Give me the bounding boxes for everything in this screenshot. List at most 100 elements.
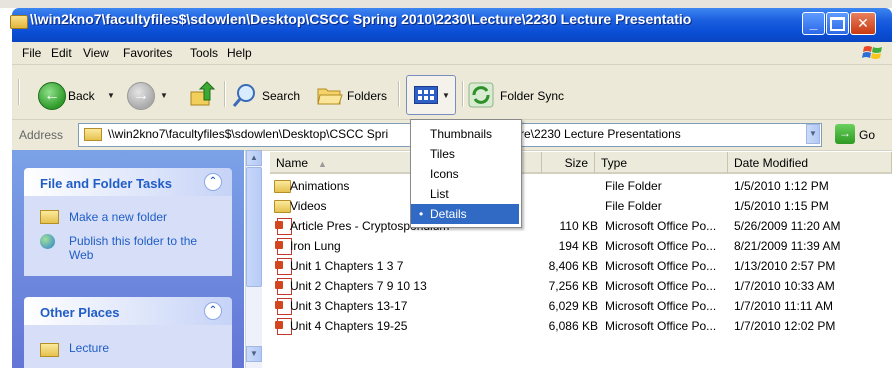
maximize-icon [830,17,845,31]
file-type: Microsoft Office Po... [605,319,717,333]
folder-sync-icon [468,82,494,108]
new-folder-icon [40,210,59,224]
back-button[interactable]: ← [38,82,66,110]
scroll-down-icon[interactable]: ▼ [246,346,262,362]
toolbar-separator [462,81,464,107]
menu-view[interactable]: View [83,46,109,60]
file-row[interactable]: Unit 4 Chapters 19-25 6,086 KB Microsoft… [262,316,892,336]
file-name: Iron Lung [290,239,341,253]
view-thumbnails[interactable]: Thumbnails [411,124,519,144]
file-date: 1/7/2010 10:33 AM [734,279,835,293]
view-details-label: Details [430,207,467,221]
toolbar-separator [398,81,400,107]
column-name-label: Name [276,156,309,170]
view-icons[interactable]: Icons [411,164,519,184]
column-header-date[interactable]: Date Modified [728,152,892,174]
file-row[interactable]: Unit 3 Chapters 13-17 6,029 KB Microsoft… [262,296,892,316]
place-lecture-link[interactable]: Lecture [69,341,109,355]
go-button[interactable]: Go [859,128,875,142]
views-icon [414,86,438,104]
file-date: 1/13/2010 2:57 PM [734,259,836,273]
scrollbar-thumb[interactable] [246,167,262,287]
back-dropdown-icon[interactable]: ▼ [107,91,115,100]
folder-icon [40,343,59,357]
search-button[interactable]: Search [262,89,300,103]
file-date: 1/5/2010 1:15 PM [734,199,829,213]
file-row[interactable]: Article Pres - Cryptosporidium 110 KB Mi… [262,216,892,236]
folder-icon [84,128,102,141]
publish-web-icon [40,234,55,249]
file-type: File Folder [605,179,662,193]
file-name: Unit 4 Chapters 19-25 [290,319,408,333]
minimize-button[interactable]: _ [802,12,825,35]
search-icon [232,84,255,107]
file-type: Microsoft Office Po... [605,259,717,273]
file-row[interactable]: Videos File Folder 1/5/2010 1:15 PM [262,196,892,216]
address-label: Address [19,128,64,142]
menu-favorites[interactable]: Favorites [123,46,172,60]
folders-button[interactable]: Folders [347,89,387,103]
maximize-button[interactable] [826,12,849,35]
views-dropdown-icon[interactable]: ▼ [442,91,450,100]
file-date: 1/7/2010 11:11 AM [734,299,833,313]
address-dropdown-button[interactable]: ▼ [806,124,820,144]
file-row[interactable]: Unit 2 Chapters 7 9 10 13 7,256 KB Micro… [262,276,892,296]
file-name: Unit 1 Chapters 1 3 7 [290,259,404,273]
up-folder-icon[interactable] [188,80,218,110]
folder-icon [10,15,28,29]
toolbar-grip [18,79,20,105]
file-name: Animations [290,179,350,193]
file-type: Microsoft Office Po... [605,299,717,313]
sort-ascending-icon: ▲ [318,159,327,169]
scroll-up-icon[interactable]: ▲ [246,150,262,166]
menu-help[interactable]: Help [227,46,252,60]
file-row[interactable]: Iron Lung 194 KB Microsoft Office Po... … [262,236,892,256]
forward-dropdown-icon[interactable]: ▼ [160,91,168,100]
file-size: 8,406 KB [548,259,598,273]
windows-logo-icon [862,46,882,59]
folder-sync-button[interactable]: Folder Sync [500,89,564,103]
folder-icon [274,200,291,213]
view-list[interactable]: List [411,184,519,204]
column-header-size[interactable]: Size [542,152,595,174]
collapse-chevron-icon[interactable]: ⌃ [204,173,222,191]
file-row[interactable]: Animations File Folder 1/5/2010 1:12 PM [262,176,892,196]
file-date: 1/5/2010 1:12 PM [734,179,829,193]
column-size-label: Size [564,156,588,170]
address-value-end: re\2230 Lecture Presentations [520,127,681,141]
menu-tools[interactable]: Tools [190,46,218,60]
file-folder-tasks-title: File and Folder Tasks [40,176,172,191]
file-size: 194 KB [558,239,598,253]
file-type: Microsoft Office Po... [605,239,717,253]
file-size: 6,029 KB [548,299,598,313]
views-menu: Thumbnails Tiles Icons List • Details [410,119,522,228]
window-title: \\win2kno7\facultyfiles$\sdowlen\Desktop… [30,11,692,27]
file-date: 1/7/2010 12:02 PM [734,319,836,333]
selected-bullet-icon: • [419,207,424,221]
file-name: Unit 2 Chapters 7 9 10 13 [290,279,427,293]
toolbar-separator [224,81,226,107]
folder-icon [274,180,291,193]
other-places-title: Other Places [40,305,120,320]
file-size: 7,256 KB [548,279,598,293]
menu-edit[interactable]: Edit [51,46,72,60]
column-header-type[interactable]: Type [595,152,728,174]
forward-button[interactable]: → [127,82,155,110]
go-arrow-icon[interactable]: → [835,124,855,144]
view-details[interactable]: • Details [411,204,519,224]
background-window-edge [0,0,892,8]
close-button[interactable]: ✕ [850,12,876,35]
address-value-start: \\win2kno7\facultyfiles$\sdowlen\Desktop… [108,127,389,141]
file-type: Microsoft Office Po... [605,279,717,293]
column-type-label: Type [601,156,628,170]
file-date: 5/26/2009 11:20 AM [734,219,841,233]
collapse-chevron-icon[interactable]: ⌃ [204,302,222,320]
menu-file[interactable]: File [22,46,41,60]
view-tiles[interactable]: Tiles [411,144,519,164]
publish-to-web-link[interactable]: Publish this folder to the Web [69,234,219,262]
back-label: Back [68,89,95,103]
file-type: Microsoft Office Po... [605,219,717,233]
make-new-folder-link[interactable]: Make a new folder [69,210,167,224]
file-row[interactable]: Unit 1 Chapters 1 3 7 8,406 KB Microsoft… [262,256,892,276]
file-date: 8/21/2009 11:39 AM [734,239,841,253]
